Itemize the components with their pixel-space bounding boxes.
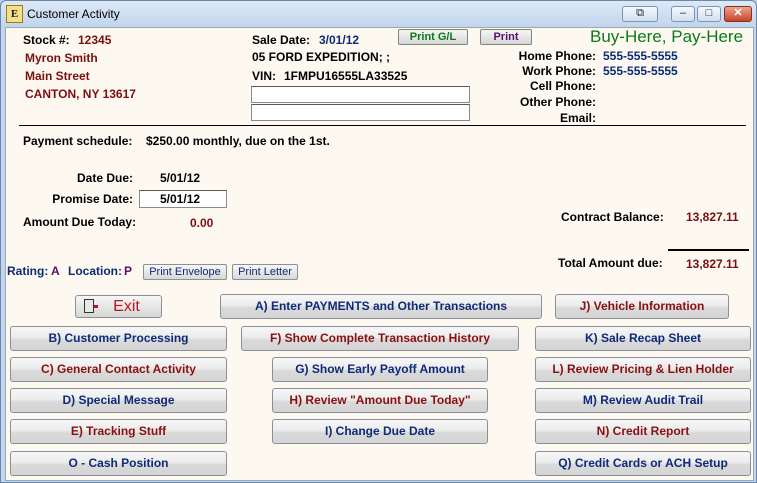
audit-trail-button[interactable]: M) Review Audit Trail	[535, 388, 751, 413]
header-divider	[19, 125, 746, 126]
home-phone-label: Home Phone:	[518, 49, 596, 63]
sale-date-label: Sale Date:	[252, 33, 311, 47]
minimize-button[interactable]: –	[671, 6, 695, 22]
total-due-label: Total Amount due:	[558, 256, 663, 270]
vin-value: 1FMPU16555LA33525	[284, 69, 408, 83]
email-label: Email:	[559, 111, 596, 125]
client-area: Stock #: 12345 Myron Smith Main Street C…	[5, 27, 754, 481]
work-phone-label: Work Phone:	[522, 64, 596, 78]
cell-phone-label: Cell Phone:	[529, 79, 596, 93]
location-value: P	[124, 264, 133, 278]
rating-value: A	[51, 264, 60, 278]
contract-balance-value: 13,827.11	[686, 210, 739, 224]
amount-due-value: 0.00	[190, 216, 214, 230]
payment-schedule-value: $250.00 monthly, due on the 1st.	[146, 134, 330, 148]
rating-label: Rating:	[7, 264, 49, 278]
maximize-button[interactable]: □	[697, 6, 721, 22]
credit-report-button[interactable]: N) Credit Report	[535, 419, 751, 444]
customer-street: Main Street	[25, 69, 90, 83]
promise-date-value: 5/01/12	[160, 192, 201, 206]
print-button[interactable]: Print	[480, 29, 532, 45]
brand-text: Buy-Here, Pay-Here	[590, 27, 744, 46]
exit-door-icon	[84, 299, 98, 313]
change-due-date-button[interactable]: I) Change Due Date	[272, 419, 488, 444]
date-due-value: 5/01/12	[160, 171, 201, 185]
early-payoff-button[interactable]: G) Show Early Payoff Amount	[272, 357, 488, 382]
promise-date-label: Promise Date:	[52, 192, 133, 206]
window-title: Customer Activity	[27, 7, 120, 21]
total-due-value: 13,827.11	[686, 257, 739, 271]
payment-schedule-label: Payment schedule:	[23, 134, 133, 148]
customer-activity-window: E Customer Activity ⧉ – □ ✕ Stock #: 123…	[0, 0, 757, 483]
location-label: Location:	[68, 264, 122, 278]
print-gl-button[interactable]: Print G/L	[398, 29, 468, 45]
exit-button[interactable]: Exit	[75, 295, 162, 318]
amount-due-label: Amount Due Today:	[23, 215, 137, 229]
exit-label: Exit	[113, 298, 140, 315]
app-icon: E	[6, 5, 23, 23]
vehicle-description: 05 FORD EXPEDITION; ;	[252, 50, 391, 64]
note-field-2[interactable]	[251, 104, 470, 121]
customer-processing-button[interactable]: B) Customer Processing	[10, 326, 227, 351]
print-letter-button[interactable]: Print Letter	[232, 264, 298, 280]
sale-date-value: 3/01/12	[319, 33, 360, 47]
home-phone-value: 555-555-5555	[603, 49, 678, 63]
stock-label: Stock #:	[23, 33, 70, 47]
customer-city: CANTON, NY 13617	[25, 87, 136, 101]
promise-date-field[interactable]: 5/01/12	[139, 190, 227, 208]
close-button[interactable]: ✕	[724, 6, 752, 22]
stock-value: 12345	[78, 33, 112, 47]
vehicle-information-button[interactable]: J) Vehicle Information	[555, 294, 729, 319]
transaction-history-button[interactable]: F) Show Complete Transaction History	[241, 326, 519, 351]
sale-recap-button[interactable]: K) Sale Recap Sheet	[535, 326, 751, 351]
review-amount-due-button[interactable]: H) Review "Amount Due Today"	[272, 388, 488, 413]
enter-payments-button[interactable]: A) Enter PAYMENTS and Other Transactions	[220, 294, 542, 319]
other-phone-label: Other Phone:	[519, 95, 596, 109]
cash-position-button[interactable]: O - Cash Position	[10, 451, 227, 476]
customer-name: Myron Smith	[25, 51, 98, 65]
work-phone-value: 555-555-5555	[603, 64, 678, 78]
tracking-stuff-button[interactable]: E) Tracking Stuff	[10, 419, 227, 444]
note-field-1[interactable]	[251, 86, 470, 103]
title-bar[interactable]: E Customer Activity ⧉ – □ ✕	[1, 1, 756, 27]
special-message-button[interactable]: D) Special Message	[10, 388, 227, 413]
vin-label: VIN:	[252, 69, 276, 83]
contract-balance-label: Contract Balance:	[561, 210, 664, 224]
credit-cards-ach-button[interactable]: Q) Credit Cards or ACH Setup	[535, 451, 751, 476]
general-contact-button[interactable]: C) General Contact Activity	[10, 357, 227, 382]
date-due-label: Date Due:	[76, 171, 133, 185]
restore-view-button[interactable]: ⧉	[622, 6, 658, 22]
pricing-lien-button[interactable]: L) Review Pricing & Lien Holder	[535, 357, 751, 382]
total-divider	[668, 249, 749, 251]
print-envelope-button[interactable]: Print Envelope	[143, 264, 227, 280]
